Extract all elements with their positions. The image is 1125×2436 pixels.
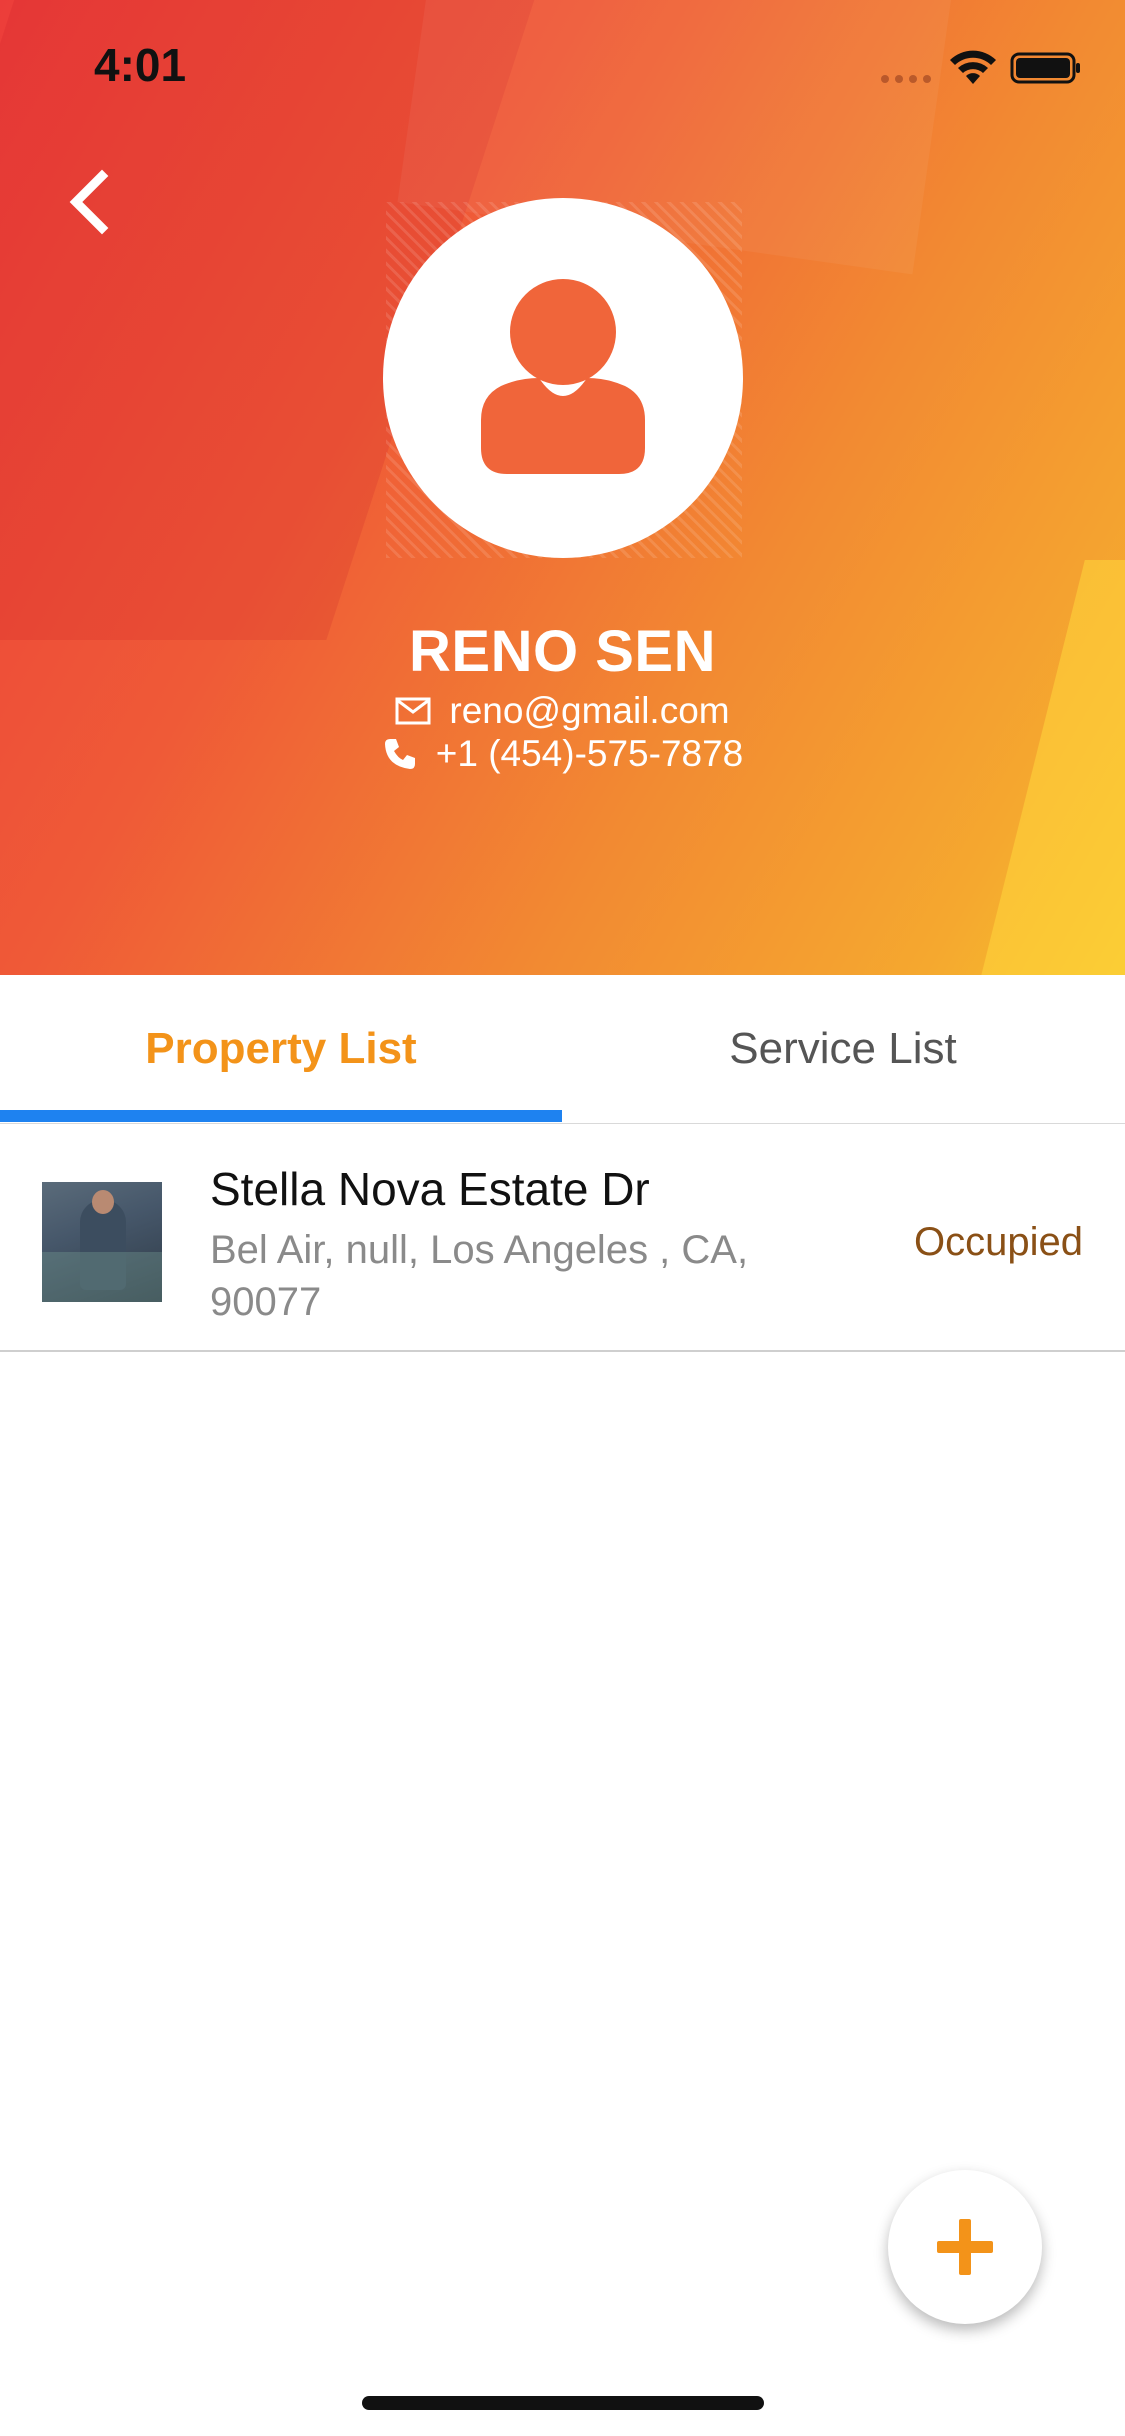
active-tab-indicator — [0, 1110, 562, 1122]
profile-name: RENO SEN — [409, 619, 716, 684]
profile-header: 4:01 RENO SEN reno@gmail.com +1 (454)-57… — [0, 0, 1125, 975]
property-list-item[interactable]: Stella Nova Estate Dr Bel Air, null, Los… — [0, 1124, 1125, 1352]
property-title: Stella Nova Estate Dr — [210, 1163, 650, 1215]
avatar — [383, 198, 743, 558]
tab-property-list[interactable]: Property List — [0, 975, 562, 1123]
email-text: reno@gmail.com — [449, 690, 730, 731]
cellular-signal-icon — [881, 75, 931, 83]
property-thumbnail — [42, 1182, 162, 1302]
property-address: Bel Air, null, Los Angeles , CA, 90077 — [210, 1228, 749, 1324]
email-row: reno@gmail.com — [0, 690, 1125, 732]
chevron-left-icon — [69, 169, 109, 235]
wifi-icon — [950, 50, 996, 84]
plus-icon — [937, 2219, 993, 2275]
user-icon — [481, 279, 645, 474]
phone-text: +1 (454)-575-7878 — [435, 733, 744, 774]
home-indicator — [362, 2396, 764, 2410]
mail-icon — [395, 697, 431, 725]
back-button[interactable] — [52, 160, 132, 240]
phone-row: +1 (454)-575-7878 — [0, 733, 1125, 775]
battery-icon — [1010, 52, 1080, 84]
property-status: Occupied — [914, 1220, 1083, 1264]
add-property-button[interactable] — [888, 2170, 1042, 2324]
tab-service-list[interactable]: Service List — [562, 975, 1124, 1123]
status-bar-time: 4:01 — [94, 39, 187, 91]
phone-icon — [384, 739, 415, 769]
tab-bar: Property List Service List — [0, 975, 1125, 1125]
